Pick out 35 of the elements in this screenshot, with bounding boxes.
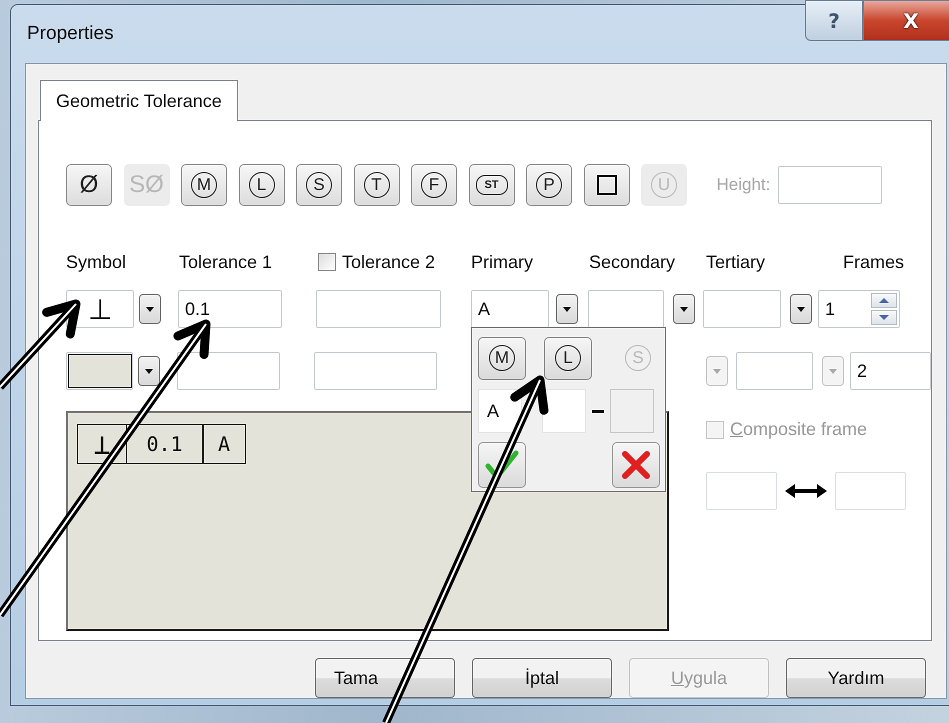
column-label: Symbol [66, 252, 128, 272]
column-label: Frames [842, 252, 904, 272]
modifier-button[interactable]: M [478, 336, 526, 380]
frames-field[interactable]: 1 [818, 290, 900, 328]
frame-cell: A [202, 424, 246, 464]
window-title: Properties [27, 23, 114, 45]
symbol-button[interactable]: L [238, 164, 284, 206]
symbol-button[interactable]: ST [468, 164, 514, 206]
column-label: Tolerance 2 [342, 252, 436, 272]
symbol-button[interactable]: M [181, 164, 227, 206]
tab[interactable]: Geometric Tolerance [40, 80, 238, 121]
dialog-button[interactable]: Tama [315, 658, 455, 698]
frame-cell: 0.1 [126, 424, 204, 464]
column-label: Tolerance 1 [179, 252, 274, 272]
column-label: Secondary [589, 252, 676, 272]
datum-field[interactable]: A [471, 290, 549, 328]
frames-field[interactable]: 2 [850, 352, 932, 390]
tolerance-field[interactable]: 0.1 [178, 290, 282, 328]
symbol-button[interactable]: Ø [66, 164, 112, 206]
frame-cell: ⊥ [77, 424, 127, 464]
dialog-button[interactable]: İptal [472, 658, 612, 698]
frames-value: 2 [856, 360, 867, 382]
column-label: Primary [471, 252, 534, 272]
dialog-button[interactable]: Yardım [786, 658, 926, 698]
checkbox-label: Composite frame [730, 419, 868, 440]
symbol-button[interactable]: P [526, 164, 572, 206]
frames-value: 1 [825, 298, 836, 320]
help-button[interactable]: ? [805, 0, 863, 41]
column-label: Tertiary [706, 252, 766, 272]
symbol-button[interactable]: S [296, 164, 342, 206]
close-button[interactable]: X [863, 0, 949, 41]
symbol-button[interactable]: F [411, 164, 457, 206]
height-label: Height: [716, 175, 770, 195]
modifier-button[interactable]: L [544, 336, 592, 380]
symbol-button[interactable]: T [354, 164, 400, 206]
